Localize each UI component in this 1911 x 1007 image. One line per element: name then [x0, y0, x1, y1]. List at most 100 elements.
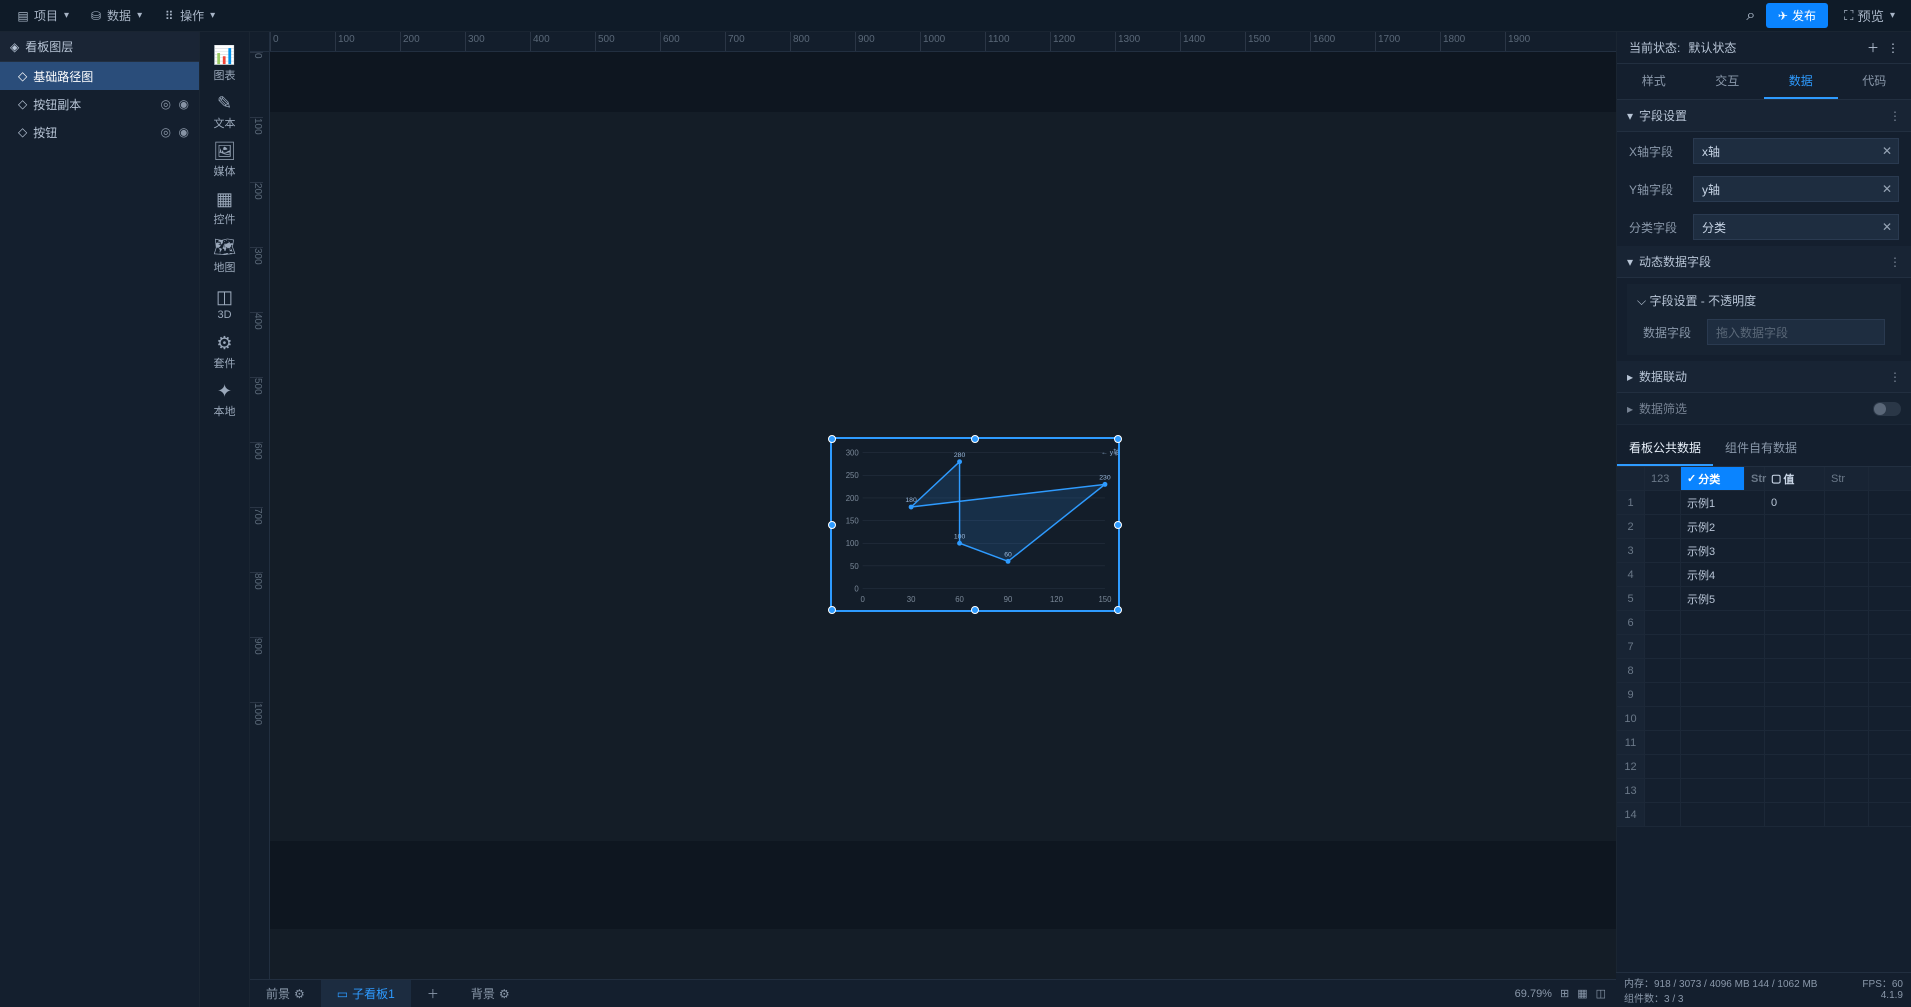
- x-field-input[interactable]: x轴 ✕: [1693, 138, 1899, 164]
- tab-交互[interactable]: 交互: [1691, 64, 1765, 99]
- cell-d[interactable]: [1825, 611, 1869, 634]
- tab-background[interactable]: 背景 ⚙: [455, 980, 526, 1007]
- cell-a[interactable]: [1645, 635, 1681, 658]
- data-field-input[interactable]: 拖入数据字段: [1707, 319, 1885, 345]
- resize-handle-mr[interactable]: [1114, 521, 1122, 529]
- cell-b[interactable]: [1681, 779, 1765, 802]
- col-c-header[interactable]: 值: [1765, 467, 1825, 490]
- comp-地图[interactable]: 🗺地图: [203, 232, 247, 280]
- cell-c[interactable]: [1765, 635, 1825, 658]
- comp-文本[interactable]: ✎文本: [203, 88, 247, 136]
- search-icon[interactable]: ⌕: [1744, 9, 1758, 23]
- grid-row[interactable]: 9: [1617, 683, 1911, 707]
- fit-icon[interactable]: ⊞: [1560, 987, 1569, 1000]
- lock-icon[interactable]: ◎: [161, 97, 171, 111]
- layer-item-2[interactable]: ◇按钮◉◎: [0, 118, 199, 146]
- grid-row[interactable]: 2 示例2: [1617, 515, 1911, 539]
- grid-row[interactable]: 13: [1617, 779, 1911, 803]
- cell-a[interactable]: [1645, 803, 1681, 826]
- col-d-header[interactable]: Str: [1825, 467, 1869, 490]
- cell-c[interactable]: [1765, 731, 1825, 754]
- cell-c[interactable]: [1765, 803, 1825, 826]
- visibility-icon[interactable]: ◉: [179, 97, 189, 111]
- cell-c[interactable]: [1765, 611, 1825, 634]
- tab-foreground[interactable]: 前景 ⚙: [250, 980, 321, 1007]
- cell-a[interactable]: [1645, 515, 1681, 538]
- cell-b[interactable]: [1681, 803, 1765, 826]
- menu-operate[interactable]: ⠿ 操作: [154, 3, 223, 28]
- resize-handle-br[interactable]: [1114, 606, 1122, 614]
- resize-handle-tr[interactable]: [1114, 435, 1122, 443]
- cell-a[interactable]: [1645, 611, 1681, 634]
- field-settings-header[interactable]: ▾ 字段设置 ⋮: [1617, 100, 1911, 132]
- tab-样式[interactable]: 样式: [1617, 64, 1691, 99]
- add-tab-button[interactable]: ＋: [411, 980, 455, 1007]
- resize-handle-tl[interactable]: [828, 435, 836, 443]
- settings-icon[interactable]: ⚙: [499, 987, 510, 1001]
- comp-图表[interactable]: 📊图表: [203, 40, 247, 88]
- resize-handle-bl[interactable]: [828, 606, 836, 614]
- publish-button[interactable]: ✈ 发布: [1766, 3, 1828, 28]
- comp-套件[interactable]: ⚙套件: [203, 328, 247, 376]
- cell-a[interactable]: [1645, 731, 1681, 754]
- cell-a[interactable]: [1645, 491, 1681, 514]
- cell-d[interactable]: [1825, 779, 1869, 802]
- cell-d[interactable]: [1825, 635, 1869, 658]
- menu-data[interactable]: ⛁ 数据: [81, 3, 150, 28]
- opacity-row-header[interactable]: ⌵ 字段设置 - 不透明度: [1631, 288, 1897, 313]
- cell-a[interactable]: [1645, 683, 1681, 706]
- grid-row[interactable]: 8: [1617, 659, 1911, 683]
- cell-a[interactable]: [1645, 563, 1681, 586]
- cell-c[interactable]: [1765, 515, 1825, 538]
- cell-b[interactable]: [1681, 683, 1765, 706]
- menu-project[interactable]: ▤ 项目: [8, 3, 77, 28]
- cell-a[interactable]: [1645, 539, 1681, 562]
- cell-b[interactable]: [1681, 659, 1765, 682]
- cell-c[interactable]: [1765, 587, 1825, 610]
- cell-b[interactable]: [1681, 755, 1765, 778]
- more-v-icon[interactable]: ⋮: [1889, 109, 1901, 123]
- cell-c[interactable]: 0: [1765, 491, 1825, 514]
- grid-row[interactable]: 7: [1617, 635, 1911, 659]
- data-grid[interactable]: 123 分类 Str 值 Str 1 示例1 0 2 示例2 3 示例3 4 示…: [1617, 467, 1911, 1007]
- canvas[interactable]: 0501001502002503000306090120150180280100…: [270, 52, 1616, 1007]
- tab-数据[interactable]: 数据: [1764, 64, 1838, 99]
- dynamic-fields-header[interactable]: ▾ 动态数据字段 ⋮: [1617, 246, 1911, 278]
- data-tab-0[interactable]: 看板公共数据: [1617, 431, 1713, 466]
- data-tab-1[interactable]: 组件自有数据: [1713, 431, 1809, 466]
- cell-c[interactable]: [1765, 755, 1825, 778]
- clear-cat-icon[interactable]: ✕: [1882, 220, 1892, 234]
- cell-a[interactable]: [1645, 707, 1681, 730]
- layout-icon[interactable]: ◫: [1596, 987, 1606, 1000]
- cell-b[interactable]: [1681, 611, 1765, 634]
- resize-handle-bm[interactable]: [971, 606, 979, 614]
- comp-控件[interactable]: ▦控件: [203, 184, 247, 232]
- cell-d[interactable]: [1825, 707, 1869, 730]
- cell-c[interactable]: [1765, 683, 1825, 706]
- more-v-icon[interactable]: ⋮: [1889, 370, 1901, 384]
- layer-item-1[interactable]: ◇按钮副本◉◎: [0, 90, 199, 118]
- preview-button[interactable]: ⛶ 预览: [1836, 2, 1903, 29]
- cell-d[interactable]: [1825, 515, 1869, 538]
- cell-d[interactable]: [1825, 755, 1869, 778]
- cell-d[interactable]: [1825, 539, 1869, 562]
- selected-element[interactable]: 0501001502002503000306090120150180280100…: [830, 437, 1120, 612]
- cell-b[interactable]: 示例1: [1681, 491, 1765, 514]
- cat-field-input[interactable]: 分类 ✕: [1693, 214, 1899, 240]
- grid-icon[interactable]: ▦: [1577, 987, 1587, 1000]
- settings-icon[interactable]: ⚙: [294, 987, 305, 1001]
- col-b2-header[interactable]: Str: [1745, 467, 1765, 490]
- cell-b[interactable]: 示例2: [1681, 515, 1765, 538]
- cell-b[interactable]: [1681, 635, 1765, 658]
- tab-代码[interactable]: 代码: [1838, 64, 1911, 99]
- layer-item-0[interactable]: ◇基础路径图: [0, 62, 199, 90]
- cell-b[interactable]: 示例4: [1681, 563, 1765, 586]
- lock-icon[interactable]: ◎: [161, 125, 171, 139]
- cell-b[interactable]: 示例5: [1681, 587, 1765, 610]
- cell-b[interactable]: [1681, 731, 1765, 754]
- grid-row[interactable]: 12: [1617, 755, 1911, 779]
- comp-本地[interactable]: ✦本地: [203, 376, 247, 424]
- col-b-header[interactable]: 分类: [1681, 467, 1745, 490]
- cell-a[interactable]: [1645, 659, 1681, 682]
- grid-row[interactable]: 4 示例4: [1617, 563, 1911, 587]
